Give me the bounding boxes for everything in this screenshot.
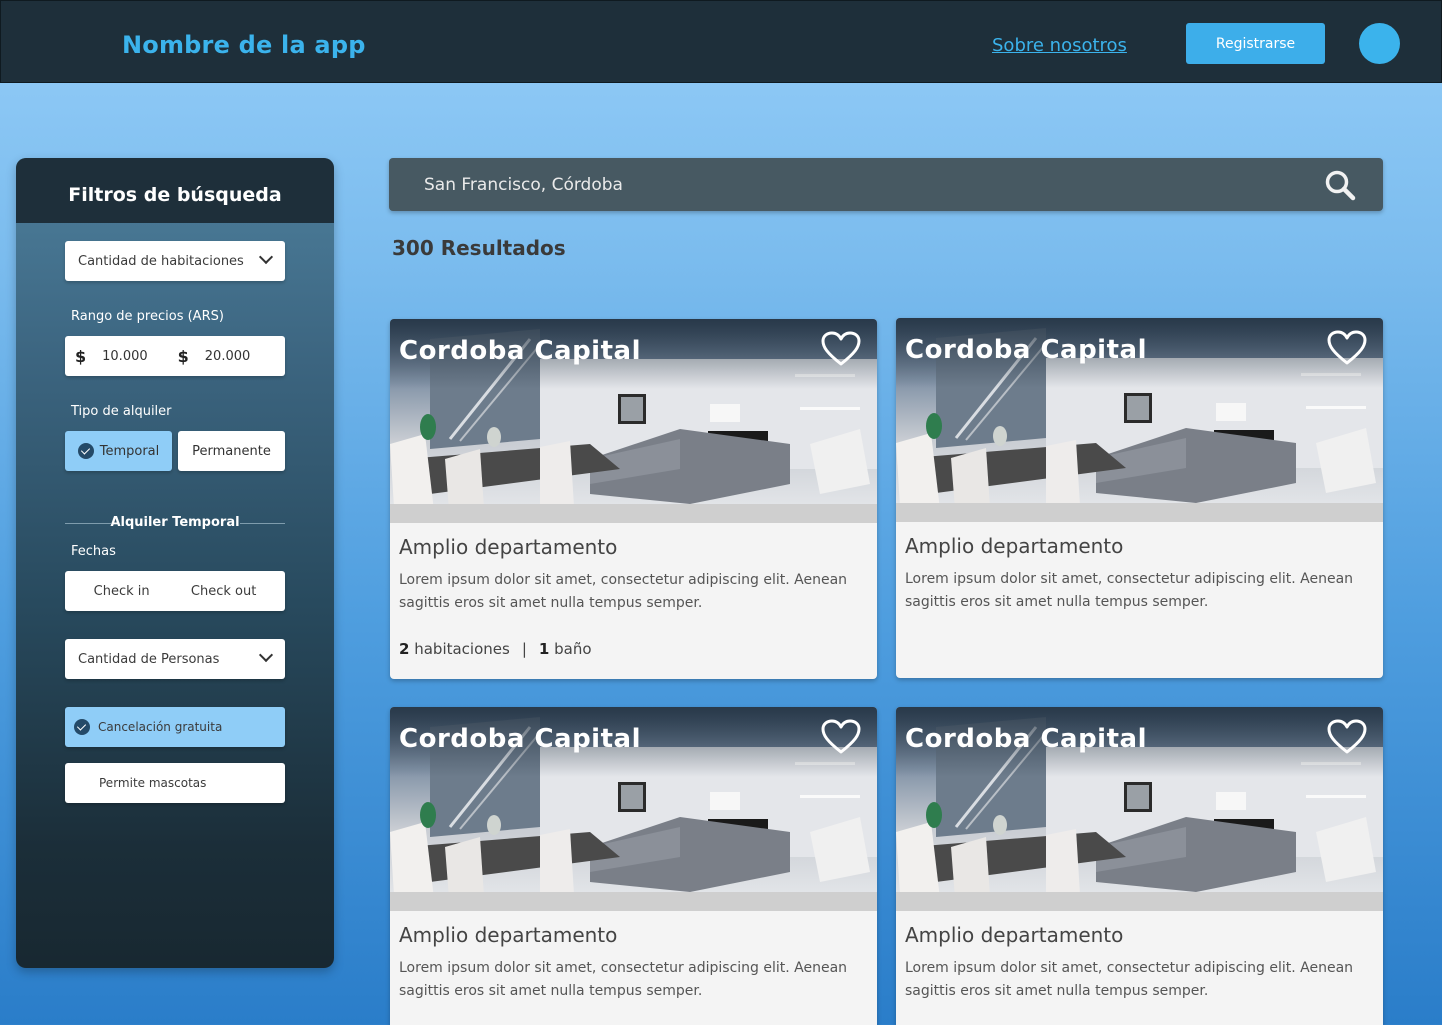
- listing-photo: Cordoba Capital: [896, 707, 1383, 911]
- listing-location: Cordoba Capital: [399, 724, 641, 754]
- rooms-count: 2: [399, 640, 410, 658]
- rental-permanent-label: Permanente: [192, 443, 271, 459]
- listing-description: Lorem ipsum dolor sit amet, consectetur …: [399, 960, 848, 999]
- date-range-field: Check in Check out: [65, 571, 285, 611]
- rental-permanent-toggle[interactable]: Permanente: [178, 431, 285, 471]
- heart-icon[interactable]: [821, 331, 861, 367]
- price-range-field: $ 10.000 $ 20.000: [65, 336, 285, 376]
- price-range-label: Rango de precios (ARS): [71, 309, 224, 324]
- search-bar: [389, 158, 1383, 211]
- register-button[interactable]: Registrarse: [1186, 23, 1325, 64]
- listing-location: Cordoba Capital: [399, 336, 641, 366]
- heart-icon[interactable]: [821, 719, 861, 755]
- search-input[interactable]: [389, 158, 1289, 211]
- baths-label: baño: [554, 640, 592, 658]
- pets-allowed-label: Permite mascotas: [99, 776, 207, 790]
- listing-title: Amplio departamento: [399, 923, 618, 947]
- listing-description: Lorem ipsum dolor sit amet, consectetur …: [399, 572, 848, 611]
- listing-photo: Cordoba Capital: [390, 319, 877, 523]
- pets-allowed-toggle[interactable]: Permite mascotas: [65, 763, 285, 803]
- chevron-down-icon: [258, 647, 274, 663]
- listing-card[interactable]: Cordoba Capital Amplio departamento Lore…: [896, 318, 1383, 678]
- rooms-select-label: Cantidad de habitaciones: [78, 253, 244, 269]
- rooms-label: habitaciones: [414, 640, 510, 658]
- rental-temporary-toggle[interactable]: Temporal: [65, 431, 172, 471]
- people-select-label: Cantidad de Personas: [78, 651, 220, 667]
- rental-type-label: Tipo de alquiler: [71, 404, 172, 419]
- check-in-input[interactable]: Check in: [94, 584, 150, 599]
- listing-location: Cordoba Capital: [905, 335, 1147, 365]
- search-icon[interactable]: [1324, 169, 1356, 201]
- filters-panel: Filtros de búsqueda Cantidad de habitaci…: [16, 158, 334, 968]
- people-select[interactable]: Cantidad de Personas: [65, 639, 285, 679]
- listing-card[interactable]: Cordoba Capital Amplio departamento Lore…: [896, 707, 1383, 1025]
- baths-count: 1: [538, 640, 550, 658]
- listing-title: Amplio departamento: [399, 535, 618, 559]
- filters-title: Filtros de búsqueda: [16, 158, 334, 223]
- features-separator: |: [521, 640, 527, 658]
- listing-description: Lorem ipsum dolor sit amet, consectetur …: [905, 960, 1354, 999]
- listing-location: Cordoba Capital: [905, 724, 1147, 754]
- listing-title: Amplio departamento: [905, 923, 1124, 947]
- check-out-input[interactable]: Check out: [191, 584, 256, 599]
- listing-card[interactable]: Cordoba Capital Amplio departamento Lore…: [390, 707, 877, 1025]
- currency-symbol-max: $: [177, 346, 189, 366]
- free-cancellation-toggle[interactable]: Cancelación gratuita: [65, 707, 285, 747]
- avatar[interactable]: [1359, 23, 1400, 64]
- rental-temporary-label: Temporal: [99, 443, 160, 459]
- dates-label: Fechas: [71, 544, 116, 559]
- chevron-down-icon: [258, 249, 274, 265]
- rooms-select[interactable]: Cantidad de habitaciones: [65, 241, 285, 281]
- listing-features: 2 habitaciones | 1 baño: [390, 615, 877, 658]
- free-cancellation-label: Cancelación gratuita: [98, 720, 223, 734]
- listing-card[interactable]: Cordoba Capital Amplio departamento Lore…: [390, 319, 877, 679]
- listing-photo: Cordoba Capital: [390, 707, 877, 911]
- check-icon: [74, 719, 90, 735]
- heart-icon[interactable]: [1327, 719, 1367, 755]
- price-min-input[interactable]: 10.000: [102, 349, 148, 364]
- listing-photo: Cordoba Capital: [896, 318, 1383, 522]
- listing-description: Lorem ipsum dolor sit amet, consectetur …: [905, 571, 1354, 610]
- results-count: 300 Resultados: [392, 236, 566, 260]
- app-name[interactable]: Nombre de la app: [122, 31, 366, 59]
- top-navbar: Nombre de la app Sobre nosotros Registra…: [0, 0, 1442, 83]
- price-max-input[interactable]: 20.000: [205, 349, 251, 364]
- currency-symbol-min: $: [75, 346, 87, 366]
- temporary-section-title: Alquiler Temporal: [110, 515, 240, 530]
- about-us-link[interactable]: Sobre nosotros: [992, 35, 1127, 56]
- heart-icon[interactable]: [1327, 330, 1367, 366]
- check-icon: [77, 443, 94, 459]
- listing-title: Amplio departamento: [905, 534, 1124, 558]
